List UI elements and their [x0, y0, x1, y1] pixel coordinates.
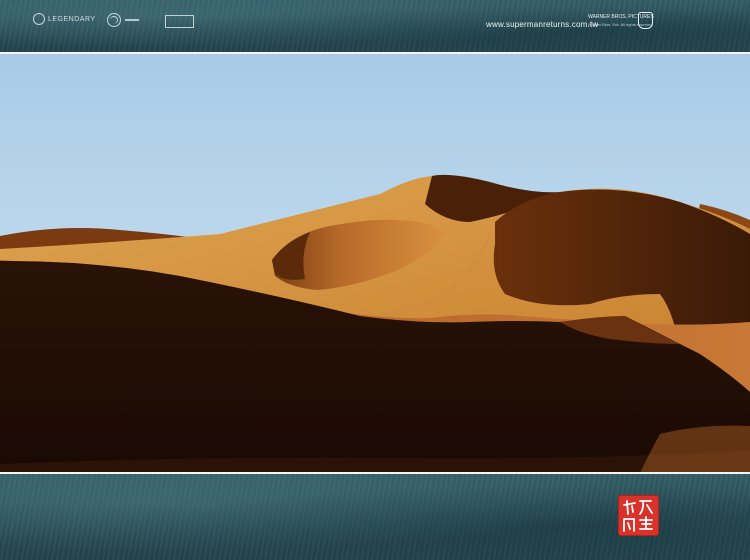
red-seal-stamp: [618, 495, 659, 536]
seal-glyphs: [623, 500, 653, 532]
wb-shield-icon: [638, 12, 653, 29]
studio-logo: [107, 13, 139, 27]
shell-icon: [107, 13, 121, 27]
top-ocean-band: LEGENDARY www.supermanreturns.com.tw WAR…: [0, 0, 750, 52]
website-url[interactable]: www.supermanreturns.com.tw: [486, 20, 598, 29]
rating-box-icon: [165, 15, 194, 28]
dune-illustration: [0, 54, 750, 473]
legendary-icon: [33, 13, 45, 25]
studio-logo-bar: [125, 19, 139, 21]
legendary-logo: LEGENDARY: [33, 13, 96, 25]
desert-photo: [0, 54, 750, 473]
legendary-logo-text: LEGENDARY: [48, 15, 96, 23]
